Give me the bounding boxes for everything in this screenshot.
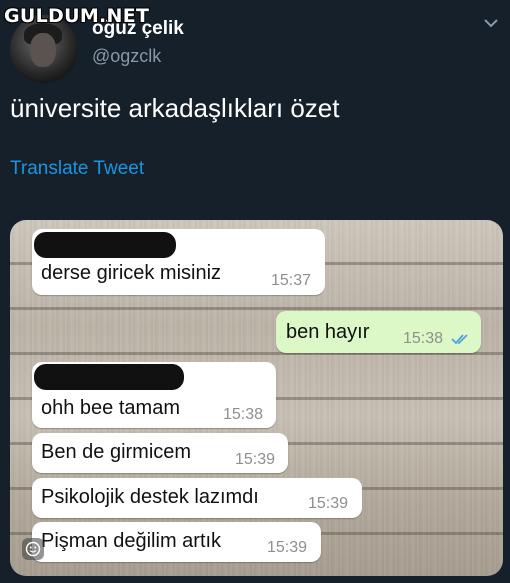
- tweet-text: üniversite arkadaşlıkları özet: [10, 93, 340, 123]
- double-check-icon: [451, 334, 468, 345]
- author-handle[interactable]: @ogzclk: [92, 46, 161, 67]
- chat-message-text: Psikolojik destek lazımdı: [41, 486, 259, 508]
- translate-tweet-link[interactable]: Translate Tweet: [10, 158, 144, 180]
- watermark-logo: GULDUM.NET: [4, 5, 150, 27]
- chat-message-text: ben hayır: [286, 321, 370, 343]
- chat-message-time: 15:38: [403, 330, 444, 347]
- chat-message-time: 15:39: [267, 539, 308, 556]
- chat-message-time: 15:39: [308, 495, 349, 512]
- chat-message-text: ohh bee tamam: [41, 397, 180, 419]
- chevron-down-icon[interactable]: [482, 14, 500, 32]
- redacted-sender-name: [34, 232, 176, 258]
- chat-message-text: derse giricek misiniz: [41, 262, 222, 284]
- chat-message-text: Ben de girmicem: [41, 441, 192, 463]
- redacted-sender-name: [34, 364, 184, 390]
- chat-message-time: 15:38: [223, 406, 264, 423]
- chat-message-time: 15:37: [271, 272, 312, 289]
- tweet-media-image[interactable]: derse giricek misiniz 15:37 ben hayır 15…: [10, 220, 503, 576]
- emoji-icon[interactable]: [22, 538, 44, 560]
- chat-message-text: Pişman değilim artık: [41, 530, 222, 552]
- chat-message-time: 15:39: [235, 451, 276, 468]
